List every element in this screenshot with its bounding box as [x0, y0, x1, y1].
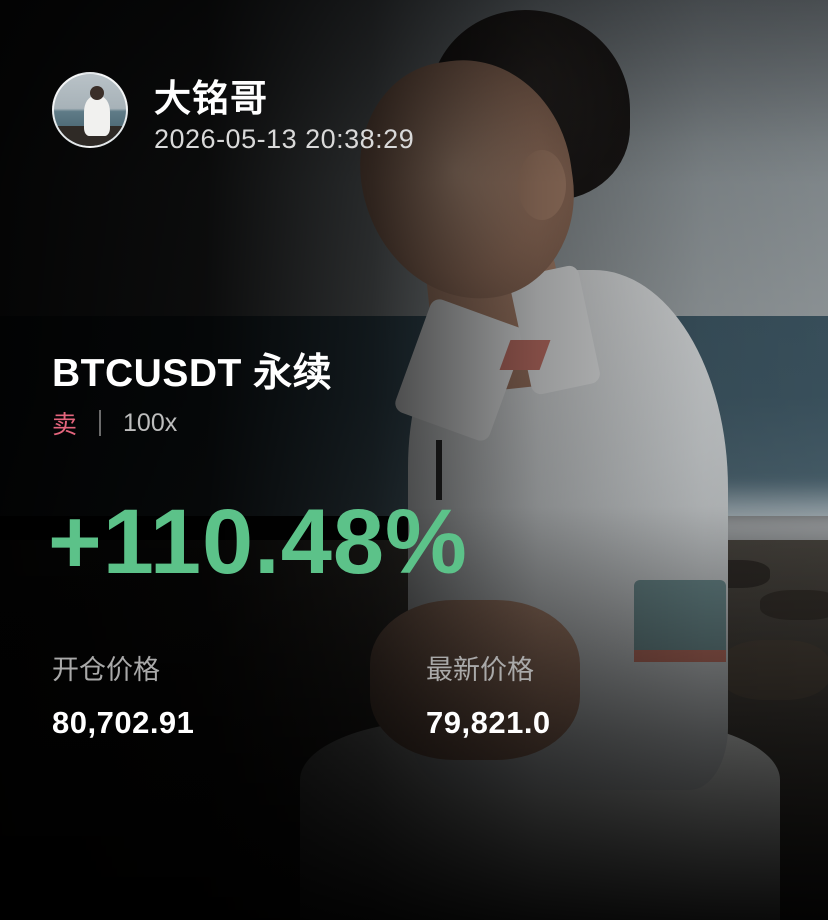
share-timestamp: 2026-05-13 20:38:29: [154, 124, 415, 154]
last-price-block: 最新价格 79,821.0: [426, 648, 551, 741]
pnl-share-card: 大铭哥 2026-05-13 20:38:29 BTCUSDT 永续 卖 100…: [0, 0, 828, 920]
card-content: 大铭哥 2026-05-13 20:38:29 BTCUSDT 永续 卖 100…: [0, 0, 828, 920]
last-price-label: 最新价格: [426, 655, 534, 686]
trading-pair: BTCUSDT 永续: [52, 352, 333, 395]
side-badge: 卖: [52, 410, 78, 439]
user-avatar[interactable]: [52, 72, 128, 148]
open-price-value: 80,702.91: [52, 705, 195, 740]
meta-divider: [99, 410, 102, 436]
leverage-value: 100x: [123, 408, 178, 437]
open-price-block: 开仓价格 80,702.91: [52, 648, 194, 741]
pnl-percent: +110.48%: [48, 491, 468, 593]
last-price-value: 79,821.0: [426, 705, 551, 740]
avatar-person: [84, 96, 110, 136]
avatar-head: [90, 86, 104, 100]
open-price-label: 开仓价格: [52, 655, 160, 686]
username: 大铭哥: [154, 77, 268, 120]
position-meta: 卖 100x: [52, 405, 177, 441]
